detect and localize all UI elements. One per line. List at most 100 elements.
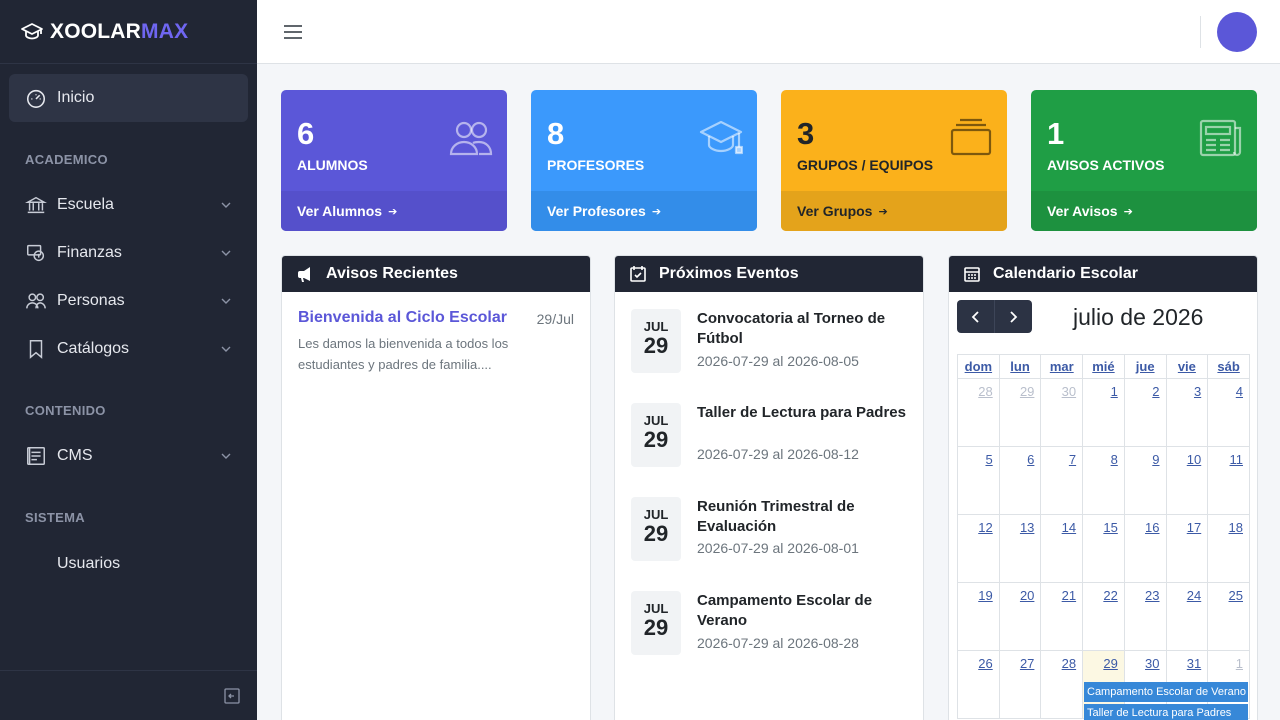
ver-avisos-link[interactable]: Ver Avisos ➔	[1031, 191, 1257, 231]
weekday-header[interactable]: lun	[998, 354, 1042, 379]
calendar-day[interactable]: 28	[957, 378, 1000, 447]
sidebar-item-escuela[interactable]: Escuela	[9, 185, 248, 225]
blank-icon-slot	[25, 553, 47, 575]
next-month-button[interactable]	[994, 300, 1031, 333]
weekday-header[interactable]: vie	[1165, 354, 1209, 379]
calendar-day[interactable]: 29	[998, 378, 1042, 447]
avatar[interactable]	[1217, 12, 1257, 52]
sidebar-item-finanzas[interactable]: Finanzas	[9, 233, 248, 273]
calendar-day[interactable]: 27	[998, 650, 1042, 719]
calendar-day[interactable]: 8	[1082, 446, 1125, 515]
weekday-header[interactable]: dom	[957, 354, 1000, 379]
sidebar-item-inicio[interactable]: Inicio	[9, 74, 248, 122]
calendar-day[interactable]: 19	[957, 582, 1000, 651]
ver-profesores-link[interactable]: Ver Profesores ➔	[531, 191, 757, 231]
brand[interactable]: XOOLARMAX	[0, 0, 257, 64]
brand-name: XOOLARMAX	[50, 20, 188, 44]
calendar-day[interactable]: 1	[1082, 378, 1125, 447]
chevron-down-icon	[221, 298, 231, 304]
section-sistema: SISTEMA	[25, 510, 85, 525]
calendar-day[interactable]: 7	[1040, 446, 1084, 515]
calendar-day[interactable]: 24	[1165, 582, 1209, 651]
calendar-day[interactable]: 3	[1165, 378, 1209, 447]
sidebar-item-cms[interactable]: CMS	[9, 436, 248, 476]
calendar-icon	[964, 267, 980, 282]
event-title: Reunión Trimestral de Evaluación	[697, 498, 855, 535]
stat-value: 1	[1047, 116, 1065, 151]
calendar-nav	[957, 300, 1032, 333]
event-title: Convocatoria al Torneo de Fútbol	[697, 310, 886, 347]
weekday-header[interactable]: jue	[1123, 354, 1167, 379]
calendar-day[interactable]: 18	[1207, 514, 1250, 583]
calendar-day[interactable]: 25	[1207, 582, 1250, 651]
event-item[interactable]: JUL 29 Reunión Trimestral de Evaluación …	[631, 497, 911, 577]
arrow-right-icon: ➔	[1123, 205, 1133, 218]
weekday-header[interactable]: mar	[1040, 354, 1084, 379]
sidebar-item-label: Catálogos	[57, 340, 130, 357]
panel-title: Avisos Recientes	[326, 265, 458, 282]
calendar-day[interactable]: 11	[1207, 446, 1250, 515]
section-contenido: CONTENIDO	[25, 403, 106, 418]
calendar-day[interactable]: 21	[1040, 582, 1084, 651]
calendar-day[interactable]: 26	[957, 650, 1000, 719]
calendar-day[interactable]: 17	[1165, 514, 1209, 583]
event-date-box: JUL 29	[631, 497, 681, 561]
sidebar: XOOLARMAX Inicio ACADEMICO Escuela Finan…	[0, 0, 257, 720]
event-day: 29	[643, 615, 669, 640]
ver-grupos-link[interactable]: Ver Grupos ➔	[781, 191, 1007, 231]
graduation-cap-icon	[21, 22, 43, 39]
ver-alumnos-link[interactable]: Ver Alumnos ➔	[281, 191, 507, 231]
avisos-panel: Avisos Recientes Bienvenida al Ciclo Esc…	[281, 255, 591, 720]
hamburger-menu-icon[interactable]	[283, 22, 303, 42]
event-month: JUL	[643, 507, 669, 522]
calendar-day[interactable]: 12	[957, 514, 1000, 583]
sidebar-item-usuarios[interactable]: Usuarios	[9, 544, 248, 584]
event-item[interactable]: JUL 29 Campamento Escolar de Verano 2026…	[631, 591, 911, 671]
section-academico: ACADEMICO	[25, 152, 108, 167]
event-month: JUL	[643, 319, 669, 334]
prev-month-button[interactable]	[957, 300, 994, 333]
calendar-day[interactable]: 28	[1040, 650, 1084, 719]
panel-header: Calendario Escolar	[949, 256, 1257, 292]
calendar-day[interactable]: 6	[998, 446, 1042, 515]
sidebar-item-label: Escuela	[57, 196, 114, 213]
calendar-day[interactable]: 2	[1123, 378, 1167, 447]
event-month: JUL	[643, 413, 669, 428]
stat-card-alumnos: 6 ALUMNOS Ver Alumnos ➔	[281, 90, 507, 231]
event-item[interactable]: JUL 29 Convocatoria al Torneo de Fútbol …	[631, 309, 911, 389]
weekday-header[interactable]: mié	[1082, 354, 1125, 379]
calendar-day[interactable]: 4	[1207, 378, 1250, 447]
event-item[interactable]: JUL 29 Taller de Lectura para Padres 202…	[631, 403, 911, 483]
panel-header: Próximos Eventos	[615, 256, 923, 292]
layers-icon	[950, 118, 992, 156]
calendar-month-title: julio de 2026	[1073, 304, 1204, 330]
calendar-day[interactable]: 9	[1123, 446, 1167, 515]
link-label: Ver Alumnos	[297, 203, 383, 219]
calendar-event[interactable]: Taller de Lectura para Padres	[1084, 704, 1248, 720]
aviso-title-link[interactable]: Bienvenida al Ciclo Escolar	[298, 309, 507, 327]
stat-card-avisos: 1 AVISOS ACTIVOS Ver Avisos ➔	[1031, 90, 1257, 231]
users-icon	[449, 121, 493, 156]
event-month: JUL	[643, 601, 669, 616]
calendar-day[interactable]: 20	[998, 582, 1042, 651]
sidebar-item-label: CMS	[57, 447, 93, 464]
weekday-header[interactable]: sáb	[1207, 354, 1250, 379]
calendar-day[interactable]: 10	[1165, 446, 1209, 515]
calendar-day[interactable]: 22	[1082, 582, 1125, 651]
calendar-day[interactable]: 5	[957, 446, 1000, 515]
panel-title: Calendario Escolar	[993, 265, 1138, 282]
sidebar-item-personas[interactable]: Personas	[9, 281, 248, 321]
calendar-day[interactable]: 16	[1123, 514, 1167, 583]
calendar-day[interactable]: 13	[998, 514, 1042, 583]
calendar-event[interactable]: Campamento Escolar de Verano	[1084, 682, 1248, 702]
sidebar-item-catalogos[interactable]: Catálogos	[9, 329, 248, 369]
bookmark-icon	[29, 340, 43, 359]
calendar-day[interactable]: 30	[1040, 378, 1084, 447]
calendar-day[interactable]: 15	[1082, 514, 1125, 583]
calendar-day[interactable]: 23	[1123, 582, 1167, 651]
calendar-day[interactable]: 14	[1040, 514, 1084, 583]
stat-card-grupos: 3 GRUPOS / EQUIPOS Ver Grupos ➔	[781, 90, 1007, 231]
collapse-sidebar-icon[interactable]	[224, 688, 240, 704]
sidebar-item-label: Finanzas	[57, 244, 122, 261]
stat-value: 8	[547, 116, 565, 151]
